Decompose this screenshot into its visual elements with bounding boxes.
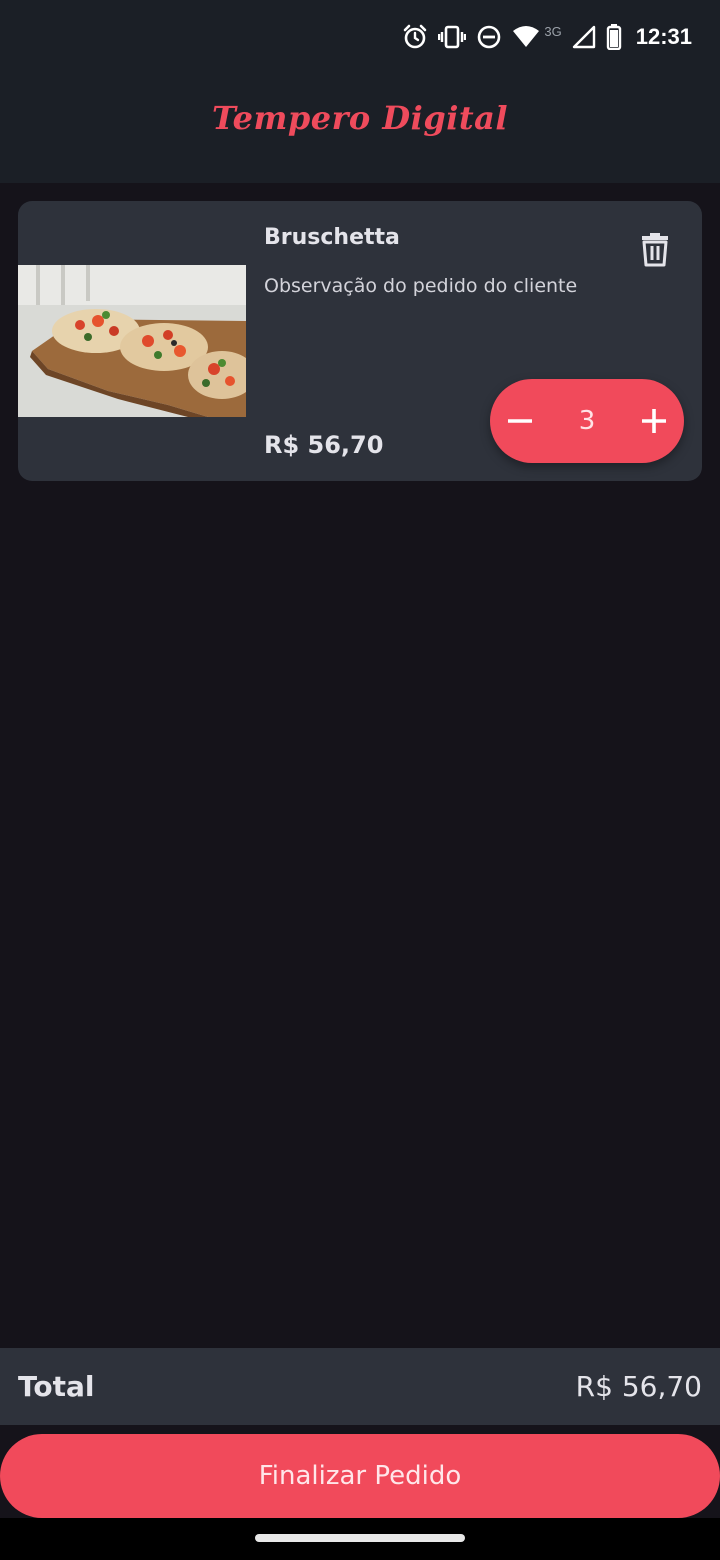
quantity-value: 3: [578, 406, 596, 436]
status-time: 12:31: [635, 24, 692, 49]
app-bar: Tempero Digital: [0, 72, 720, 183]
total-bar: Total R$ 56,70: [0, 1348, 720, 1425]
plus-icon: [641, 409, 666, 433]
home-gesture-handle[interactable]: [255, 1534, 465, 1542]
minus-icon: [508, 419, 532, 423]
finalize-order-label: Finalizar Pedido: [258, 1461, 462, 1491]
alarm-icon: [404, 24, 427, 49]
trash-icon: [642, 233, 668, 267]
delete-item-button[interactable]: [640, 231, 670, 267]
vibrate-icon: [438, 25, 467, 49]
do-not-disturb-icon: [478, 25, 501, 49]
quantity-stepper: 3: [490, 379, 684, 463]
cart-item-card: Bruschetta Observação do pedido do clien…: [18, 201, 702, 481]
battery-icon: [606, 24, 621, 50]
item-note: Observação do pedido do cliente: [264, 275, 578, 297]
decrement-button[interactable]: [490, 391, 550, 451]
increment-button[interactable]: [624, 391, 684, 451]
signal-icon: [572, 25, 595, 49]
network-type: 3G: [544, 23, 562, 39]
wifi-icon: [513, 26, 540, 47]
status-bar: 3G 12:31: [0, 0, 720, 72]
finalize-order-button[interactable]: Finalizar Pedido: [0, 1434, 720, 1518]
item-name: Bruschetta: [264, 225, 400, 250]
status-icons: 3G 12:31: [402, 22, 692, 52]
system-navigation-bar: [0, 1518, 720, 1560]
bruschetta-photo: [18, 265, 246, 417]
total-value: R$ 56,70: [575, 1370, 702, 1403]
item-price: R$ 56,70: [264, 431, 384, 459]
app-title: Tempero Digital: [211, 98, 509, 137]
total-label: Total: [18, 1370, 95, 1403]
